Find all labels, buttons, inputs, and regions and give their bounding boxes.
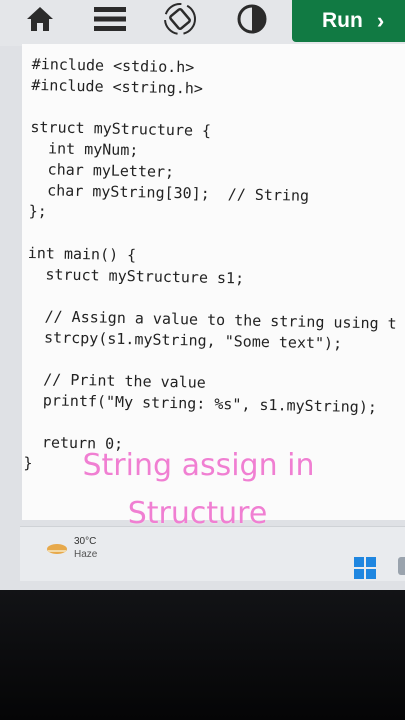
- editor-toolbar: Run ›: [0, 0, 405, 46]
- home-icon[interactable]: [20, 2, 60, 36]
- taskbar: 30°C Haze: [20, 526, 405, 581]
- screen: Run › #include <stdio.h> #include <string…: [0, 0, 405, 590]
- weather-condition[interactable]: Haze: [74, 549, 97, 560]
- run-button[interactable]: Run ›: [292, 0, 405, 42]
- taskbar-app-icon[interactable]: [398, 557, 405, 575]
- monitor-bezel: [0, 590, 405, 720]
- weather-haze-icon[interactable]: [46, 541, 68, 555]
- windows-start-icon[interactable]: [354, 557, 376, 579]
- menu-icon[interactable]: [90, 2, 130, 36]
- code-block: #include <stdio.h> #include <string.h> str…: [23, 54, 402, 482]
- run-button-label: Run: [322, 9, 363, 32]
- weather-temperature[interactable]: 30°C: [74, 536, 96, 547]
- caption-line-1: String assign in: [82, 448, 315, 483]
- rotate-icon[interactable]: [160, 2, 200, 36]
- chevron-right-icon: ›: [376, 8, 385, 33]
- contrast-icon[interactable]: [232, 2, 272, 36]
